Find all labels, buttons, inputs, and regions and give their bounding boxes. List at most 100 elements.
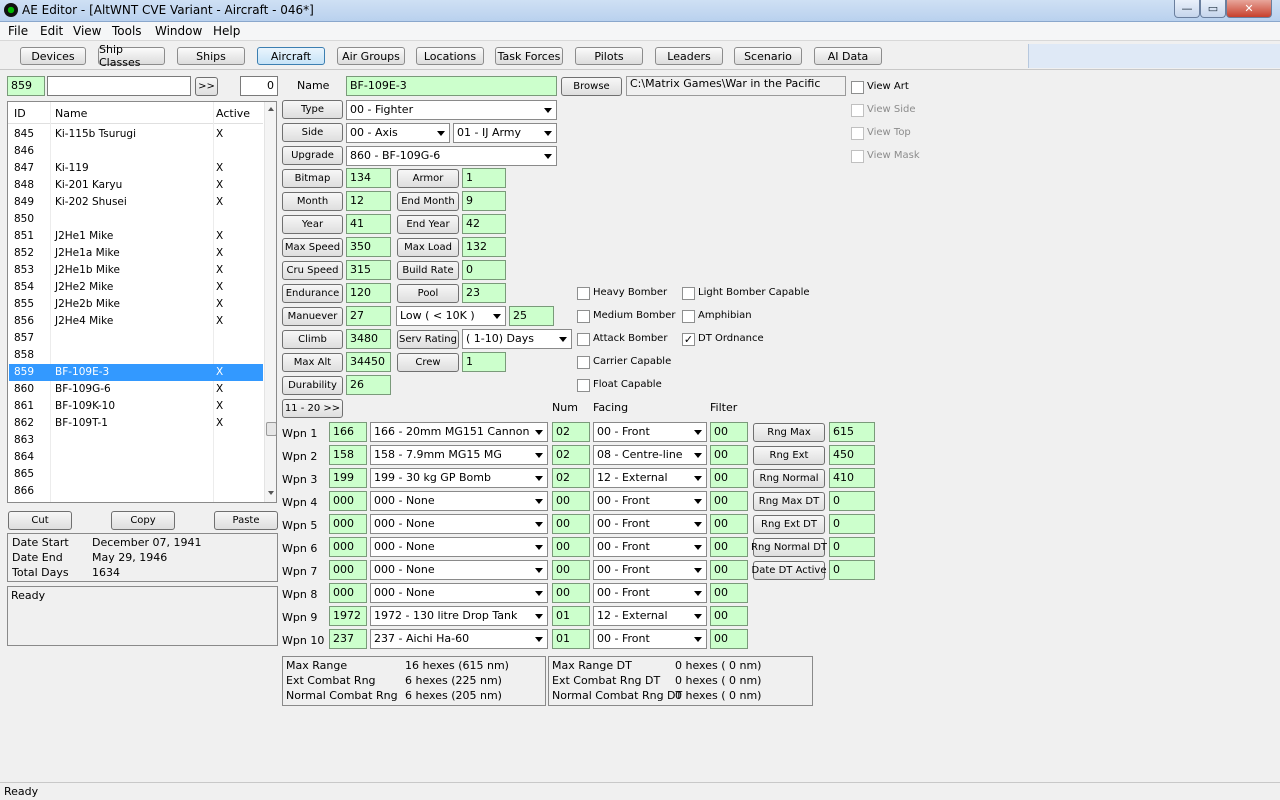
weapon-filter-field[interactable]: 00 <box>710 537 748 557</box>
maneuver-button[interactable]: Manuever <box>282 307 343 326</box>
weapon-device-select[interactable]: 000 - None <box>370 491 548 511</box>
list-item[interactable]: 865 <box>9 466 263 483</box>
pool-field[interactable]: 23 <box>462 283 506 303</box>
weapon-facing-select[interactable]: 08 - Centre-line <box>593 445 707 465</box>
max-load-button[interactable]: Max Load <box>397 238 459 257</box>
weapon-facing-select[interactable]: 00 - Front <box>593 491 707 511</box>
tab-scenario[interactable]: Scenario <box>734 47 802 65</box>
tab-pilots[interactable]: Pilots <box>575 47 643 65</box>
weapon-code-field[interactable]: 1972 <box>329 606 367 626</box>
side-button[interactable]: Side <box>282 123 343 142</box>
max-speed-field[interactable]: 350 <box>346 237 391 257</box>
weapon-device-select[interactable]: 158 - 7.9mm MG15 MG <box>370 445 548 465</box>
rng-normal-dt-button[interactable]: Rng Normal DT <box>751 538 827 557</box>
weapon-facing-select[interactable]: 00 - Front <box>593 514 707 534</box>
weapon-num-field[interactable]: 00 <box>552 537 590 557</box>
crew-field[interactable]: 1 <box>462 352 506 372</box>
serv-rating-button[interactable]: Serv Rating <box>397 330 459 349</box>
rng-max-dt-button[interactable]: Rng Max DT <box>753 492 825 511</box>
month-button[interactable]: Month <box>282 192 343 211</box>
bitmap-button[interactable]: Bitmap <box>282 169 343 188</box>
date-dt-active-field[interactable]: 0 <box>829 560 875 580</box>
tab-devices[interactable]: Devices <box>20 47 86 65</box>
climb-field[interactable]: 3480 <box>346 329 391 349</box>
end-year-field[interactable]: 42 <box>462 214 506 234</box>
rng-ext-field[interactable]: 450 <box>829 445 875 465</box>
dt-ordnance-checkbox[interactable]: ✓ <box>682 333 695 346</box>
scroll-down-icon[interactable] <box>268 491 274 495</box>
armor-button[interactable]: Armor <box>397 169 459 188</box>
tab-ship-classes[interactable]: Ship Classes <box>98 43 165 69</box>
tab-air-groups[interactable]: Air Groups <box>337 47 405 65</box>
carrier-capable-checkbox[interactable] <box>577 356 590 369</box>
light-bomber-capable-checkbox[interactable] <box>682 287 695 300</box>
col-name-header[interactable]: Name <box>55 107 87 120</box>
scroll-up-icon[interactable] <box>268 107 274 111</box>
search-go-button[interactable]: >> <box>195 77 218 96</box>
rng-normal-dt-field[interactable]: 0 <box>829 537 875 557</box>
tab-locations[interactable]: Locations <box>416 47 484 65</box>
max-load-field[interactable]: 132 <box>462 237 506 257</box>
weapon-num-field[interactable]: 02 <box>552 422 590 442</box>
year-button[interactable]: Year <box>282 215 343 234</box>
weapon-code-field[interactable]: 000 <box>329 537 367 557</box>
menu-view[interactable]: View <box>73 24 101 38</box>
weapon-filter-field[interactable]: 00 <box>710 583 748 603</box>
weapon-filter-field[interactable]: 00 <box>710 422 748 442</box>
weapon-device-select[interactable]: 000 - None <box>370 514 548 534</box>
tab-leaders[interactable]: Leaders <box>655 47 723 65</box>
weapon-code-field[interactable]: 166 <box>329 422 367 442</box>
weapon-num-field[interactable]: 00 <box>552 514 590 534</box>
weapon-num-field[interactable]: 02 <box>552 468 590 488</box>
end-year-button[interactable]: End Year <box>397 215 459 234</box>
col-active-header[interactable]: Active <box>216 107 250 120</box>
service-select[interactable]: 01 - IJ Army <box>453 123 557 143</box>
weapon-facing-select[interactable]: 12 - External <box>593 468 707 488</box>
weapon-code-field[interactable]: 000 <box>329 514 367 534</box>
weapon-device-select[interactable]: 000 - None <box>370 583 548 603</box>
list-item[interactable]: 861 BF-109K-10 X <box>9 398 263 415</box>
menu-help[interactable]: Help <box>213 24 240 38</box>
list-item[interactable]: 847 Ki-119 X <box>9 160 263 177</box>
weapon-filter-field[interactable]: 00 <box>710 491 748 511</box>
weapon-num-field[interactable]: 00 <box>552 560 590 580</box>
list-item[interactable]: 849 Ki-202 Shusei X <box>9 194 263 211</box>
rng-max-dt-field[interactable]: 0 <box>829 491 875 511</box>
weapon-num-field[interactable]: 00 <box>552 583 590 603</box>
browse-button[interactable]: Browse <box>561 77 622 96</box>
view-view-mask-checkbox[interactable] <box>851 150 864 163</box>
pool-button[interactable]: Pool <box>397 284 459 303</box>
list-item[interactable]: 853 J2He1b Mike X <box>9 262 263 279</box>
weapon-code-field[interactable]: 199 <box>329 468 367 488</box>
list-item[interactable]: 854 J2He2 Mike X <box>9 279 263 296</box>
max-alt-field[interactable]: 34450 <box>346 352 391 372</box>
weapon-code-field[interactable]: 237 <box>329 629 367 649</box>
altitude-value-field[interactable]: 25 <box>509 306 554 326</box>
menu-window[interactable]: Window <box>155 24 202 38</box>
maximize-button[interactable]: ▭ <box>1200 0 1226 18</box>
weapon-device-select[interactable]: 1972 - 130 litre Drop Tank <box>370 606 548 626</box>
list-item[interactable]: 857 <box>9 330 263 347</box>
heavy-bomber-checkbox[interactable] <box>577 287 590 300</box>
list-item[interactable]: 866 <box>9 483 263 500</box>
menu-tools[interactable]: Tools <box>112 24 142 38</box>
maneuver-field[interactable]: 27 <box>346 306 391 326</box>
list-item[interactable]: 856 J2He4 Mike X <box>9 313 263 330</box>
weapon-facing-select[interactable]: 00 - Front <box>593 537 707 557</box>
date-dt-active-button[interactable]: Date DT Active <box>752 561 827 580</box>
weapon-facing-select[interactable]: 00 - Front <box>593 629 707 649</box>
type-select[interactable]: 00 - Fighter <box>346 100 557 120</box>
month-field[interactable]: 12 <box>346 191 391 211</box>
tab-aircraft[interactable]: Aircraft <box>257 47 325 65</box>
rng-ext-dt-button[interactable]: Rng Ext DT <box>753 515 825 534</box>
cru-speed-field[interactable]: 315 <box>346 260 391 280</box>
weapon-num-field[interactable]: 01 <box>552 629 590 649</box>
weapon-facing-select[interactable]: 00 - Front <box>593 560 707 580</box>
tab-ai-data[interactable]: AI Data <box>814 47 882 65</box>
rng-ext-dt-field[interactable]: 0 <box>829 514 875 534</box>
scroll-thumb[interactable] <box>266 422 276 436</box>
app-icon[interactable] <box>4 3 18 17</box>
weapon-num-field[interactable]: 01 <box>552 606 590 626</box>
endurance-button[interactable]: Endurance <box>282 284 343 303</box>
upgrade-button[interactable]: Upgrade <box>282 146 343 165</box>
